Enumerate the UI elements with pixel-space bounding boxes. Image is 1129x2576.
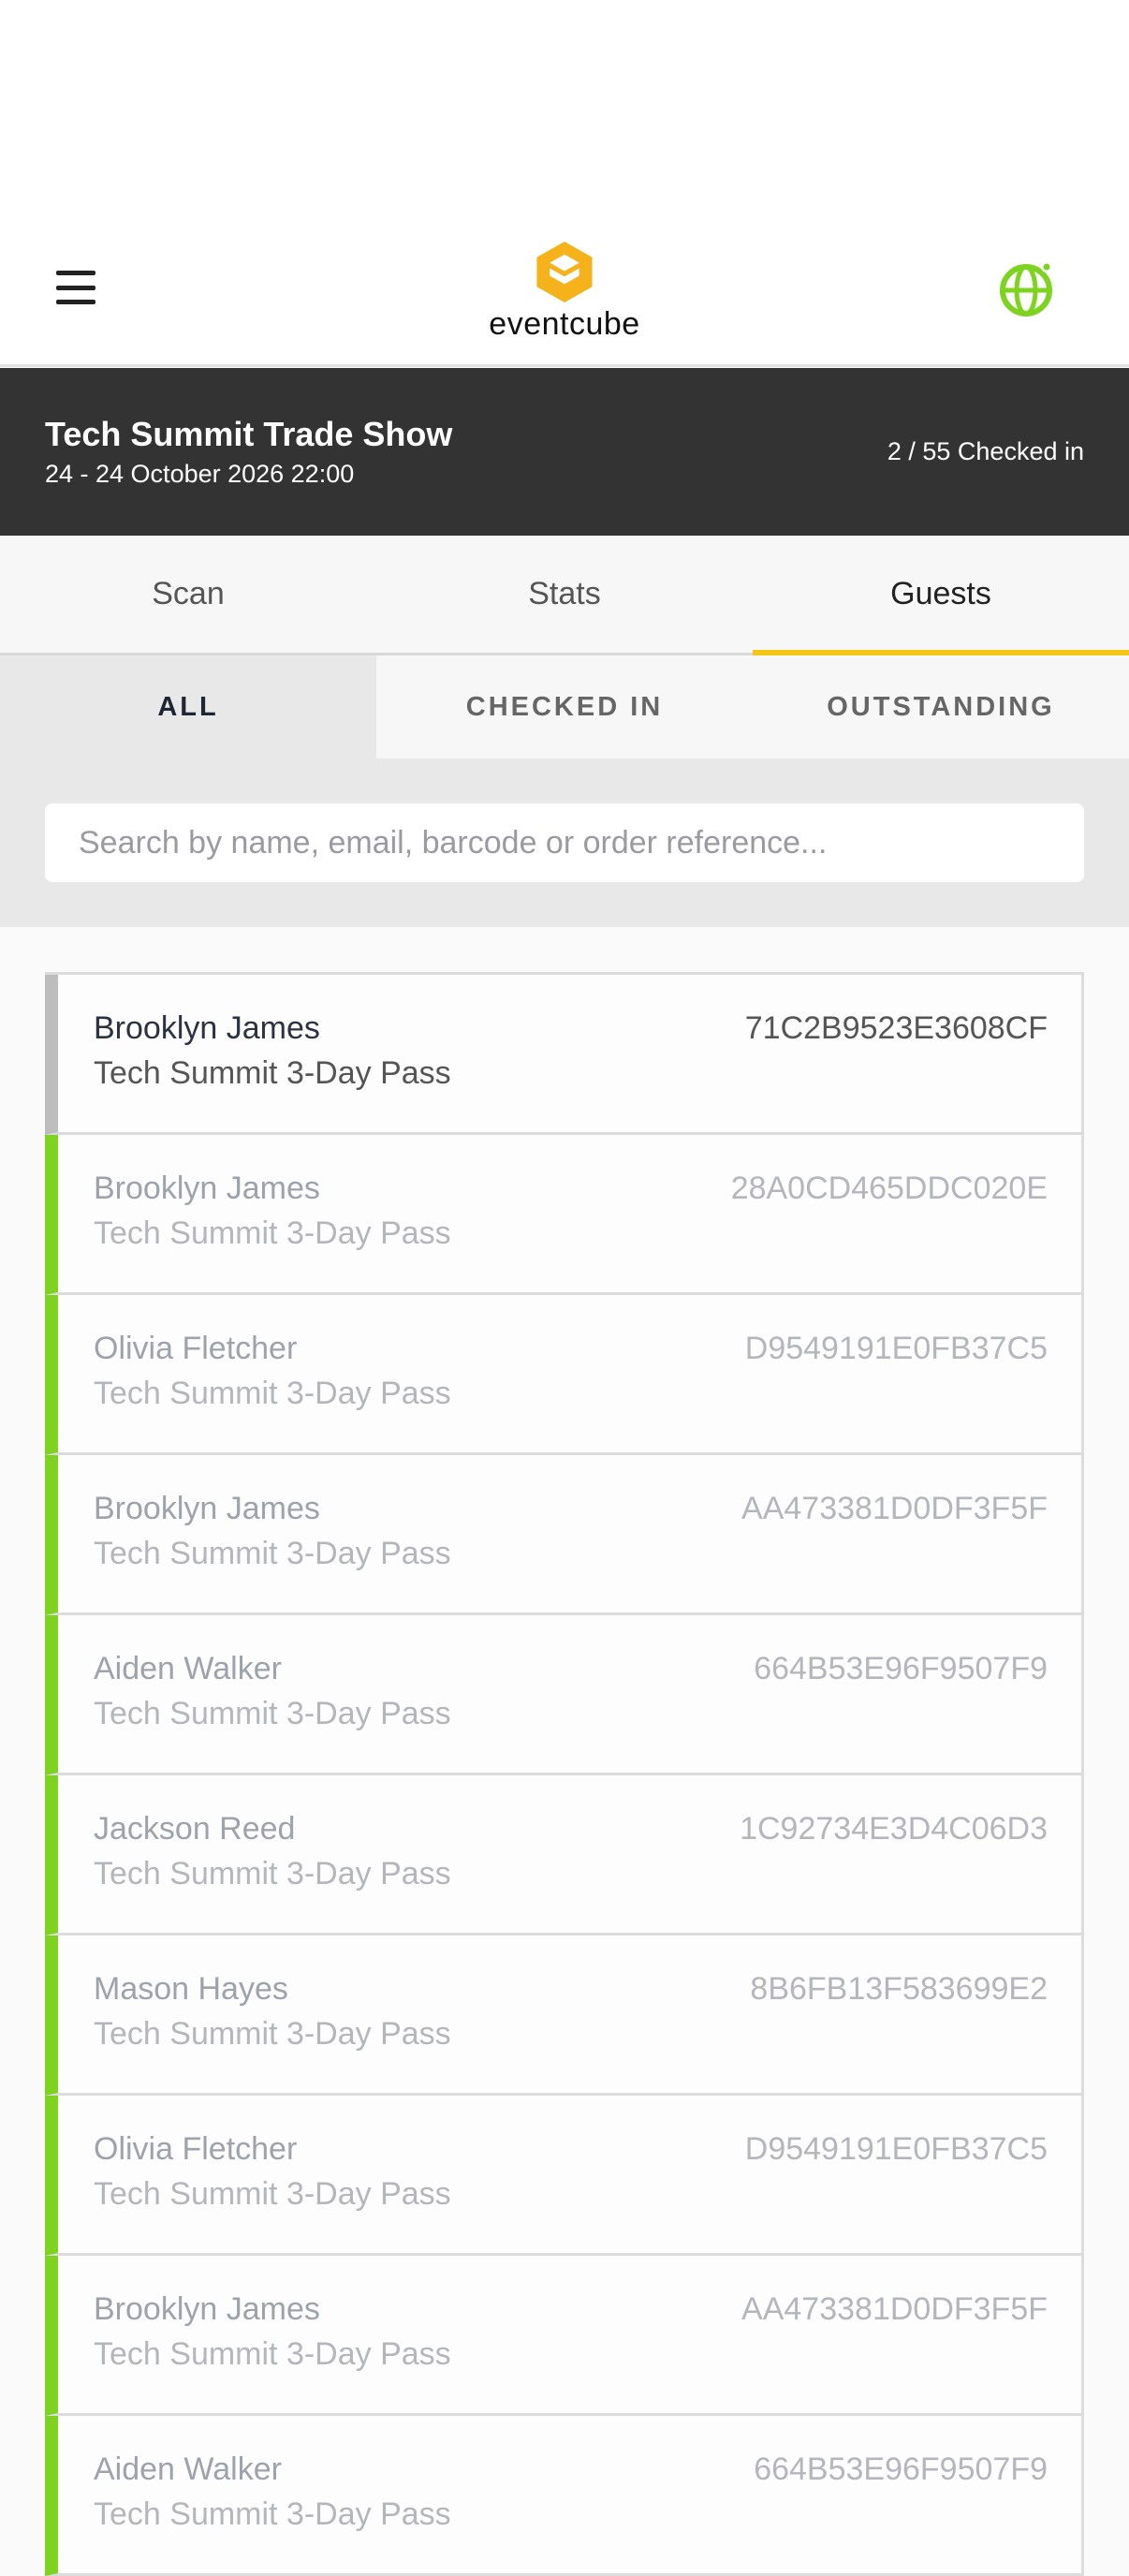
guest-row[interactable]: Brooklyn James Tech Summit 3-Day Pass 71… [45,975,1084,1135]
guest-barcode: 71C2B9523E3608CF [744,1010,1048,1046]
app-header: eventcube [0,212,1129,367]
event-info-bar: Tech Summit Trade Show 24 - 24 October 2… [0,368,1129,536]
guest-barcode: 664B53E96F9507F9 [754,1651,1048,1686]
main-tabs: Scan Stats Guests [0,536,1129,655]
globe-icon[interactable] [998,258,1058,318]
guest-barcode: AA473381D0DF3F5F [741,1491,1048,1526]
guest-row[interactable]: Brooklyn James Tech Summit 3-Day Pass AA… [45,2256,1084,2416]
guest-barcode: D9549191E0FB37C5 [744,1331,1048,1366]
guest-barcode: 1C92734E3D4C06D3 [740,1811,1048,1847]
eventcube-logo: eventcube [471,240,658,343]
guest-row[interactable]: Mason Hayes Tech Summit 3-Day Pass 8B6FB… [45,1936,1084,2096]
guest-barcode: 28A0CD465DDC020E [730,1170,1048,1206]
guest-barcode: 664B53E96F9507F9 [754,2451,1048,2487]
guest-name: Brooklyn James [94,1170,320,1206]
guest-ticket-type: Tech Summit 3-Day Pass [94,2176,451,2212]
guest-filters: ALL CHECKED IN OUTSTANDING [0,655,1129,758]
guest-ticket-type: Tech Summit 3-Day Pass [94,1376,451,1411]
status-bar-area [0,0,1129,212]
search-area [0,758,1129,927]
checked-in-count: 2 / 55 Checked in [887,437,1084,465]
guest-barcode: AA473381D0DF3F5F [741,2291,1048,2327]
guest-row[interactable]: Aiden Walker Tech Summit 3-Day Pass 664B… [45,1615,1084,1775]
guest-row[interactable]: Jackson Reed Tech Summit 3-Day Pass 1C92… [45,1775,1084,1936]
guest-list: Brooklyn James Tech Summit 3-Day Pass 71… [45,972,1084,2576]
filter-checked-in[interactable]: CHECKED IN [376,655,753,758]
filter-outstanding[interactable]: OUTSTANDING [753,655,1129,758]
filter-all[interactable]: ALL [0,655,376,758]
guest-row[interactable]: Aiden Walker Tech Summit 3-Day Pass 664B… [45,2416,1084,2576]
guest-row[interactable]: Brooklyn James Tech Summit 3-Day Pass 28… [45,1135,1084,1295]
guest-name: Aiden Walker [94,2451,282,2487]
guest-barcode: 8B6FB13F583699E2 [750,1971,1048,2007]
guest-ticket-type: Tech Summit 3-Day Pass [94,2336,451,2372]
event-title: Tech Summit Trade Show [45,415,453,453]
logo-wordmark: eventcube [489,306,640,342]
guest-barcode: D9549191E0FB37C5 [744,2131,1048,2167]
guest-name: Jackson Reed [94,1811,296,1847]
guest-ticket-type: Tech Summit 3-Day Pass [94,2016,451,2052]
guest-name: Olivia Fletcher [94,2131,298,2167]
event-date: 24 - 24 October 2026 22:00 [45,460,355,488]
guest-row[interactable]: Olivia Fletcher Tech Summit 3-Day Pass D… [45,2096,1084,2256]
guest-name: Mason Hayes [94,1971,288,2007]
guest-row[interactable]: Olivia Fletcher Tech Summit 3-Day Pass D… [45,1295,1084,1455]
guest-ticket-type: Tech Summit 3-Day Pass [94,2496,451,2532]
guest-ticket-type: Tech Summit 3-Day Pass [94,1696,451,1731]
guest-ticket-type: Tech Summit 3-Day Pass [94,1055,451,1091]
guest-ticket-type: Tech Summit 3-Day Pass [94,1536,451,1571]
hamburger-menu-icon[interactable] [52,264,99,311]
search-input[interactable] [45,803,1084,882]
guest-name: Brooklyn James [94,2291,320,2327]
guest-name: Brooklyn James [94,1010,320,1046]
tab-stats[interactable]: Stats [376,536,753,653]
guest-ticket-type: Tech Summit 3-Day Pass [94,1215,451,1251]
guest-name: Brooklyn James [94,1491,320,1526]
guest-row[interactable]: Brooklyn James Tech Summit 3-Day Pass AA… [45,1455,1084,1615]
guest-ticket-type: Tech Summit 3-Day Pass [94,1856,451,1892]
cube-logo-icon [536,241,593,303]
guest-name: Aiden Walker [94,1651,282,1686]
tab-guests[interactable]: Guests [753,536,1129,655]
guest-name: Olivia Fletcher [94,1331,298,1366]
tab-scan[interactable]: Scan [0,536,376,653]
